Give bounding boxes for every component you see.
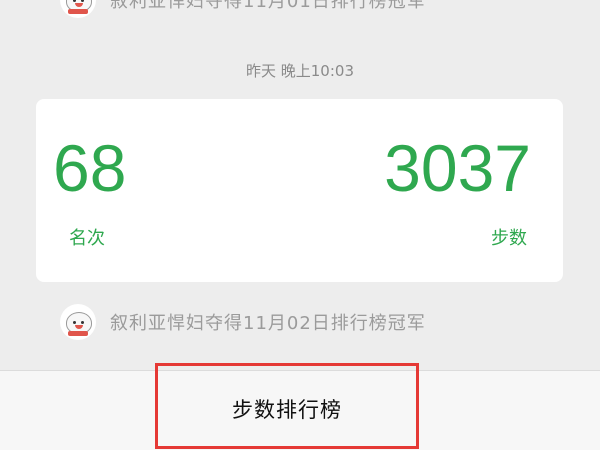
step-leaderboard-button[interactable]: 步数排行榜 [155, 363, 419, 449]
chat-screen: 叙利亚悍妇夺得11月01日排行榜冠军 昨天 晚上10:03 68 3037 名次… [0, 0, 600, 450]
steps-value: 3037 [384, 131, 531, 205]
steps-label: 步数 [491, 228, 527, 249]
steps-card[interactable]: 68 3037 名次 步数 [36, 99, 563, 282]
bottom-menu-bar: 步数排行榜 [0, 363, 600, 450]
message-timestamp: 昨天 晚上10:03 [246, 62, 354, 80]
step-leaderboard-label: 步数排行榜 [232, 398, 342, 422]
notification-text: 叙利亚悍妇夺得11月02日排行榜冠军 [110, 313, 426, 334]
rank-value: 68 [53, 131, 127, 205]
notification-text: 叙利亚悍妇夺得11月01日排行榜冠军 [110, 0, 426, 12]
notification-row: 叙利亚悍妇夺得11月01日排行榜冠军 [60, 0, 426, 18]
snowman-avatar-icon[interactable] [60, 0, 96, 18]
rank-label: 名次 [69, 228, 105, 249]
snowman-avatar-icon[interactable] [60, 304, 96, 340]
notification-row: 叙利亚悍妇夺得11月02日排行榜冠军 [60, 304, 426, 340]
